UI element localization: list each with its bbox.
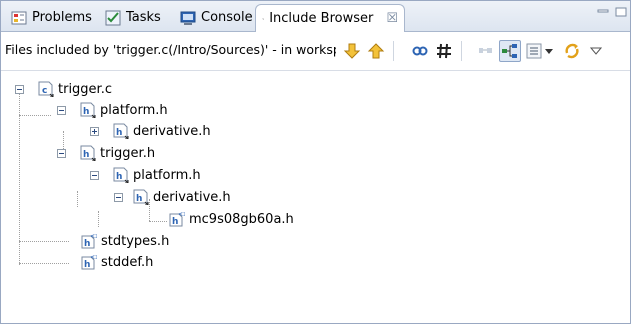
maximize-icon[interactable] [615, 7, 627, 17]
list-button[interactable] [523, 40, 545, 62]
dropdown-icon [545, 49, 553, 54]
tree-item-platform-h[interactable]: h platform.h [90, 165, 201, 185]
previous-button[interactable] [365, 40, 387, 62]
tree-item-trigger-c[interactable]: c trigger.c [15, 79, 112, 99]
tree-item-label: derivative.h [153, 189, 231, 205]
tasks-icon [105, 10, 121, 25]
tab-console[interactable]: Console [174, 5, 259, 30]
system-header-file-icon: h <> [81, 233, 97, 249]
tree-item-label: stddef.h [101, 254, 154, 270]
toolbar: Files included by 'trigger.c(/Intro/Sour… [1, 32, 630, 71]
tree-item-label: mc9s08gb60a.h [189, 211, 294, 227]
svg-text:h: h [83, 107, 89, 117]
svg-text:h: h [116, 172, 122, 182]
tab-problems[interactable]: Problems [5, 5, 98, 30]
arrow-down-icon [343, 43, 361, 59]
tree-item-stddef-h[interactable]: h <> stddef.h [73, 252, 153, 272]
toolbar-separator [393, 41, 394, 61]
arrow-up-icon [367, 43, 385, 59]
tree-item-derivative-h[interactable]: h derivative.h [114, 187, 231, 207]
c-source-file-icon: c [38, 81, 54, 97]
svg-text:h: h [172, 217, 178, 227]
toolbar-separator [461, 41, 462, 61]
hash-icon [437, 43, 451, 59]
collapse-toggle[interactable] [90, 170, 99, 180]
tree-item-label: platform.h [100, 102, 168, 118]
console-icon [180, 11, 196, 25]
link-icon [412, 46, 428, 56]
tab-label: Problems [32, 10, 92, 25]
include-browser-icon [262, 17, 265, 20]
hierarchy-button[interactable] [499, 40, 521, 62]
svg-text:h: h [83, 150, 89, 160]
next-button[interactable] [341, 40, 363, 62]
system-header-file-icon: h <> [81, 254, 97, 270]
header-file-icon: h [80, 145, 96, 161]
hash-button[interactable] [433, 40, 455, 62]
tab-include-browser[interactable]: Include Browser ☒ [255, 4, 405, 32]
svg-text:h: h [116, 128, 122, 138]
view-menu-button[interactable] [585, 40, 607, 62]
tree-connector [19, 241, 69, 242]
svg-text:h: h [84, 239, 90, 249]
tab-bar: Problems Tasks Console Include Browser ☒ [1, 1, 630, 32]
collapse-toggle[interactable] [15, 84, 24, 94]
tree-item-label: derivative.h [133, 123, 211, 139]
tree-item-label: trigger.c [58, 81, 112, 97]
tree-item-label: trigger.h [100, 145, 156, 161]
minimize-icon[interactable] [597, 7, 609, 17]
tree-connector [19, 115, 51, 116]
header-file-icon: h [80, 102, 96, 118]
tree-item-label: stdtypes.h [101, 233, 170, 249]
tree-item-label: platform.h [133, 167, 201, 183]
tree-item-platform-h[interactable]: h platform.h [57, 100, 168, 120]
dropdown-button[interactable] [543, 40, 555, 62]
header-file-icon: h [133, 189, 149, 205]
svg-text:h: h [136, 194, 142, 204]
header-file-icon: h [113, 123, 129, 139]
tree-connector [77, 191, 78, 207]
tree-item-mc9s08gb60a-h[interactable]: h <> mc9s08gb60a.h [169, 209, 294, 229]
tree-connector [19, 263, 69, 264]
tab-label: Tasks [126, 10, 161, 25]
toolbar-title: Files included by 'trigger.c(/Intro/Sour… [5, 42, 336, 57]
problems-icon [11, 11, 27, 24]
expand-toggle[interactable] [90, 126, 99, 136]
tab-tasks[interactable]: Tasks [99, 5, 167, 30]
tab-label: Include Browser [269, 11, 374, 26]
svg-text:<>: <> [90, 254, 97, 261]
svg-text:c: c [42, 86, 47, 96]
hierarchy-icon [502, 44, 517, 58]
svg-text:h: h [84, 260, 90, 270]
list-icon [526, 43, 542, 59]
tree-item-trigger-h[interactable]: h trigger.h [57, 143, 155, 163]
sync-button[interactable] [561, 40, 583, 62]
system-header-file-icon: h <> [169, 211, 185, 227]
tree-connector [98, 211, 99, 227]
tab-label: Console [201, 10, 253, 25]
filter-button[interactable] [475, 40, 497, 62]
svg-text:<>: <> [90, 233, 97, 240]
collapse-toggle[interactable] [57, 105, 66, 115]
sync-icon [565, 43, 579, 59]
link-button[interactable] [409, 40, 431, 62]
tree-item-stdtypes-h[interactable]: h <> stdtypes.h [73, 231, 169, 251]
svg-text:<>: <> [178, 211, 185, 218]
close-icon[interactable]: ☒ [386, 11, 398, 26]
header-file-icon: h [113, 167, 129, 183]
include-browser-view: Problems Tasks Console Include Browser ☒… [0, 0, 631, 324]
view-menu-icon [590, 47, 602, 55]
include-tree: c trigger.c h platform.h h derivative.h [1, 71, 630, 323]
filter-icon [479, 48, 492, 53]
collapse-toggle[interactable] [114, 192, 123, 202]
collapse-toggle[interactable] [57, 148, 66, 158]
tree-connector [149, 221, 167, 222]
tree-item-derivative-h[interactable]: h derivative.h [90, 121, 211, 141]
